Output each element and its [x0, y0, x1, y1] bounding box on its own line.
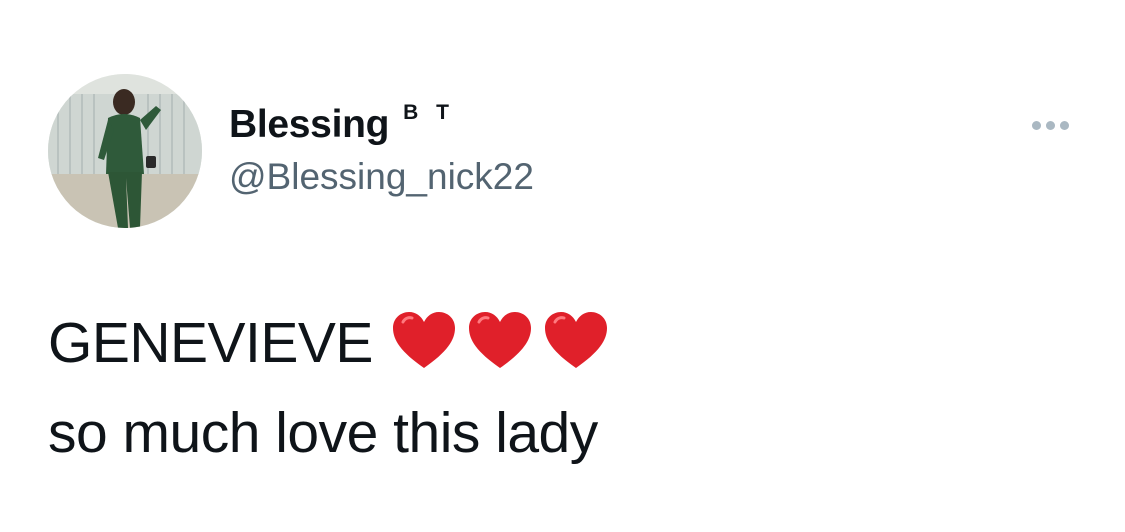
- tweet-text: GENEVIEVE so much love this lady: [48, 298, 1068, 478]
- author-name-row[interactable]: Blessing B T: [229, 100, 455, 150]
- avatar-photo: [48, 74, 202, 228]
- red-heart-icon: [391, 310, 457, 372]
- author-display-name[interactable]: Blessing: [229, 103, 389, 146]
- more-horizontal-icon: [1059, 120, 1069, 130]
- tweet-line-1-text: GENEVIEVE: [48, 311, 373, 375]
- tweet-line-1: GENEVIEVE: [48, 298, 1068, 388]
- red-heart-icon: [467, 310, 533, 372]
- author-name-suffix: B T: [403, 101, 455, 124]
- tweet-line-2: so much love this lady: [48, 401, 598, 465]
- more-options-button[interactable]: [1024, 110, 1076, 140]
- author-handle[interactable]: @Blessing_nick22: [229, 154, 534, 200]
- more-horizontal-icon: [1031, 120, 1041, 130]
- avatar[interactable]: [48, 74, 202, 228]
- heart-emojis: [391, 310, 609, 372]
- tweet-card: Blessing B T @Blessing_nick22 GENEVIEVE s…: [0, 0, 1125, 532]
- red-heart-icon: [543, 310, 609, 372]
- more-horizontal-icon: [1045, 120, 1055, 130]
